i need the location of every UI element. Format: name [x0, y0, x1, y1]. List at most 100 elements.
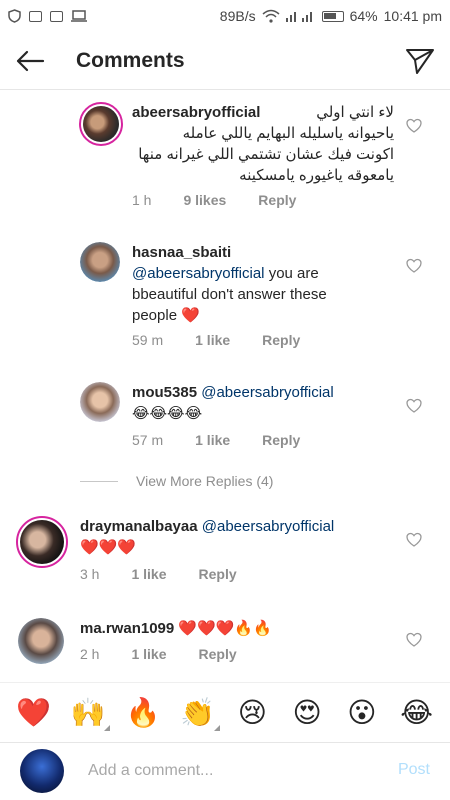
- activity-icon: [50, 10, 63, 22]
- comment-text: ❤️❤️❤️: [80, 539, 137, 556]
- post-button[interactable]: Post: [398, 761, 430, 779]
- laptop-icon: [71, 10, 87, 22]
- like-heart-icon[interactable]: [406, 532, 422, 548]
- like-heart-icon[interactable]: [406, 118, 422, 134]
- status-bar-right: 89B/s 64% 10:41 pm: [220, 8, 442, 24]
- comment-item: draymanalbayaa @abeersabryofficial ❤️❤️❤…: [0, 510, 450, 600]
- comment-text: bbeautiful don't answer these: [132, 286, 327, 303]
- comment-time: 1 h: [132, 192, 152, 208]
- emoji-raised-hands-button[interactable]: 🙌: [68, 696, 111, 731]
- comment-item: mou5385 @abeersabryofficial 😂😂😂😂 57 m 1 …: [0, 370, 450, 460]
- comment-body: draymanalbayaa @abeersabryofficial ❤️❤️❤…: [80, 516, 400, 558]
- comment-username[interactable]: ma.rwan1099: [80, 620, 174, 637]
- comment-item: ma.rwan1099 ❤️❤️❤️🔥🔥 2 h 1 like Reply: [0, 610, 450, 682]
- emoji-heart-eyes-button[interactable]: 😍: [287, 696, 327, 729]
- comment-mention[interactable]: @abeersabryofficial: [132, 265, 265, 282]
- comment-meta: 3 h 1 like Reply: [80, 566, 269, 582]
- comment-item: abeersabryofficial لاء انتي اولي ياحيوان…: [0, 90, 450, 220]
- emoji-clap: 👏: [180, 696, 216, 729]
- comment-username[interactable]: abeersabryofficial: [132, 104, 260, 121]
- reply-button[interactable]: Reply: [262, 432, 300, 448]
- avatar[interactable]: [18, 618, 64, 664]
- network-speed: 89B/s: [219, 8, 256, 24]
- comment-item: hasnaa_sbaiti @abeersabryofficial you ar…: [0, 230, 450, 360]
- like-heart-icon[interactable]: [406, 398, 422, 414]
- emoji-quick-bar: ❤️ 🙌 🔥 👏 😢 😍 😮 😂: [0, 682, 450, 742]
- emoji-laughing-button[interactable]: 😂: [397, 696, 437, 729]
- like-heart-icon[interactable]: [406, 632, 422, 648]
- avatar-photo: [20, 520, 64, 564]
- skin-tone-indicator: [213, 725, 220, 731]
- emoji-clap-button[interactable]: 👏: [178, 696, 220, 731]
- comment-likes[interactable]: 1 like: [195, 432, 230, 448]
- share-button[interactable]: [390, 32, 450, 90]
- comment-time: 57 m: [132, 432, 164, 448]
- comment-body: abeersabryofficial لاء انتي اولي ياحيوان…: [132, 102, 394, 186]
- wifi-icon: [262, 9, 280, 23]
- comment-input[interactable]: [88, 755, 378, 787]
- comment-meta: 57 m 1 like Reply: [132, 432, 332, 448]
- comment-body: hasnaa_sbaiti @abeersabryofficial you ar…: [132, 242, 394, 326]
- clock: 10:41 pm: [383, 8, 442, 24]
- avatar[interactable]: [79, 102, 123, 146]
- reply-button[interactable]: Reply: [258, 192, 296, 208]
- emoji-heart-button[interactable]: ❤️: [13, 696, 53, 729]
- comment-likes[interactable]: 9 likes: [183, 192, 226, 208]
- comments-header: Comments: [0, 32, 450, 90]
- avatar-photo: [18, 618, 64, 664]
- page-title: Comments: [76, 48, 185, 72]
- battery-icon: [321, 10, 344, 22]
- avatar-photo: [80, 382, 120, 422]
- comment-body: mou5385 @abeersabryofficial 😂😂😂😂: [132, 382, 394, 424]
- arrow-left-icon: [16, 50, 45, 71]
- avatar-photo: [80, 242, 120, 282]
- reply-button[interactable]: Reply: [199, 566, 237, 582]
- avatar[interactable]: [80, 242, 120, 282]
- comment-username[interactable]: draymanalbayaa: [80, 518, 198, 535]
- divider: [80, 480, 118, 482]
- emoji-surprised-button[interactable]: 😮: [342, 696, 382, 729]
- avatar[interactable]: [80, 382, 120, 422]
- comment-username[interactable]: mou5385: [132, 384, 197, 401]
- comment-time: 3 h: [80, 566, 100, 582]
- signal-icon: [285, 12, 312, 22]
- back-button[interactable]: [0, 32, 60, 90]
- comment-text: 😂😂😂😂: [132, 405, 203, 422]
- comment-meta: 59 m 1 like Reply: [132, 332, 332, 348]
- avatar[interactable]: [16, 516, 68, 568]
- comment-text: people ❤️: [132, 307, 200, 324]
- comment-text: you are: [264, 265, 319, 282]
- comment-likes[interactable]: 1 like: [131, 646, 166, 662]
- shield-icon: [8, 9, 21, 23]
- comment-username[interactable]: hasnaa_sbaiti: [132, 244, 231, 261]
- emoji-fire-button[interactable]: 🔥: [123, 696, 163, 729]
- comment-body: ma.rwan1099 ❤️❤️❤️🔥🔥: [80, 618, 400, 639]
- comments-list[interactable]: abeersabryofficial لاء انتي اولي ياحيوان…: [0, 90, 450, 682]
- comment-time: 59 m: [132, 332, 164, 348]
- status-bar-left: [8, 9, 87, 23]
- comment-meta: 1 h 9 likes Reply: [132, 192, 328, 208]
- comment-text: ❤️❤️❤️🔥🔥: [174, 620, 272, 637]
- comment-likes[interactable]: 1 like: [195, 332, 230, 348]
- comment-mention[interactable]: @abeersabryofficial: [202, 518, 335, 535]
- comment-text-line: يامعوقه ياغيوره يامسكينه: [239, 167, 394, 184]
- comment-time: 2 h: [80, 646, 100, 662]
- comment-text-line: اكونت فيك عشان تشتمي اللي غيرانه منها: [138, 146, 394, 163]
- view-more-replies[interactable]: View More Replies (4): [80, 473, 273, 489]
- emoji-crying-button[interactable]: 😢: [232, 696, 272, 729]
- comment-mention[interactable]: @abeersabryofficial: [201, 384, 334, 401]
- paper-plane-icon: [406, 48, 434, 74]
- skin-tone-indicator: [104, 725, 111, 731]
- comment-text-line: ياحيوانه ياسليله البهايم ياللي عامله: [182, 125, 394, 142]
- battery-percent: 64%: [349, 8, 378, 24]
- status-bar: 89B/s 64% 10:41 pm: [0, 0, 450, 32]
- comment-composer: Post: [0, 742, 450, 800]
- current-user-avatar: [20, 749, 64, 793]
- reply-button[interactable]: Reply: [199, 646, 237, 662]
- image-icon: [29, 10, 42, 22]
- like-heart-icon[interactable]: [406, 258, 422, 274]
- view-more-replies-label: View More Replies (4): [136, 473, 274, 489]
- comment-likes[interactable]: 1 like: [131, 566, 166, 582]
- avatar-photo: [83, 106, 119, 142]
- reply-button[interactable]: Reply: [262, 332, 300, 348]
